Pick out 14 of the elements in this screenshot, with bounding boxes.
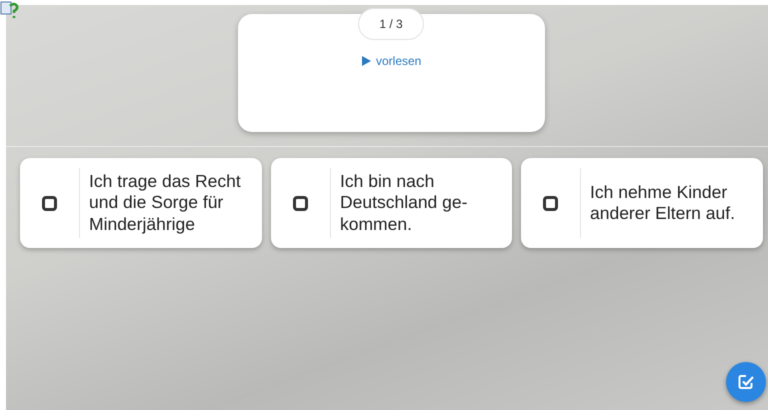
answer-option-card[interactable]: Ich nehme Kinder anderer Eltern auf. bbox=[521, 158, 763, 248]
answer-option-card[interactable]: Ich trage das Recht und die Sorge für Minderjährige bbox=[20, 158, 262, 248]
question-counter: 1 / 3 bbox=[358, 8, 424, 40]
play-icon bbox=[362, 56, 371, 66]
answer-text: Ich trage das Recht und die Sorge für Minderjährige bbox=[88, 170, 241, 236]
submit-check-button[interactable] bbox=[726, 362, 766, 402]
answer-text: Ich bin nach Deutschland ge- kommen. bbox=[339, 170, 468, 236]
checkbox[interactable] bbox=[543, 196, 558, 210]
checkbox-check-icon bbox=[738, 374, 754, 390]
checkbox[interactable] bbox=[42, 196, 57, 210]
answer-option-card[interactable]: Ich bin nach Deutschland ge- kommen. bbox=[271, 158, 512, 248]
answer-text: Ich nehme Kinder anderer Eltern auf. bbox=[589, 182, 735, 224]
read-aloud-link[interactable]: vorlesen bbox=[362, 52, 422, 70]
checkbox[interactable] bbox=[293, 196, 308, 210]
